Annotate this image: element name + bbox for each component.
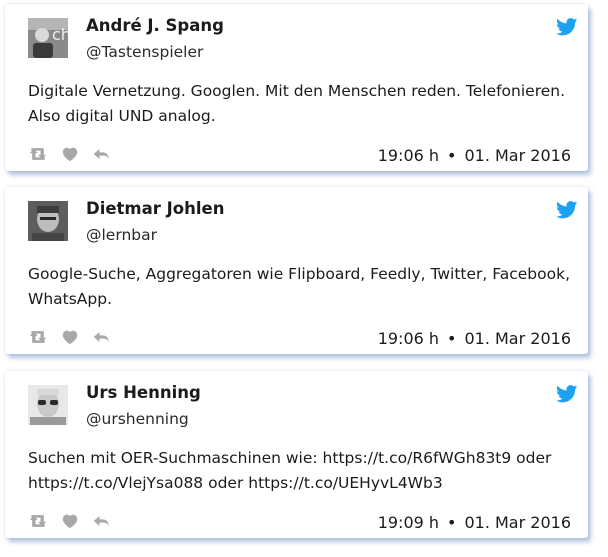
tweet-card[interactable]: Urs Henning @urshenning Suchen mit OER-S…	[5, 371, 588, 538]
retweet-icon[interactable]	[28, 146, 48, 162]
reply-icon[interactable]	[92, 329, 112, 345]
author-handle[interactable]: @urshenning	[86, 410, 189, 428]
tweet-card[interactable]: ch André J. Spang @Tastenspieler Digital…	[5, 4, 588, 171]
retweet-icon[interactable]	[28, 513, 48, 529]
tweet-timestamp[interactable]: 19:06 h • 01. Mar 2016	[378, 329, 571, 348]
like-icon[interactable]	[60, 329, 80, 345]
author-name[interactable]: Urs Henning	[86, 383, 201, 402]
tweet-time: 19:09 h	[377, 513, 440, 532]
tweet-date: 01. Mar 2016	[464, 146, 571, 165]
like-icon[interactable]	[60, 513, 80, 529]
tweet-timestamp[interactable]: 19:06 h • 01. Mar 2016	[378, 146, 571, 165]
reply-icon[interactable]	[92, 513, 112, 529]
tweet-actions	[28, 513, 124, 529]
separator-dot: •	[447, 146, 457, 165]
avatar[interactable]	[28, 385, 68, 425]
tweet-date: 01. Mar 2016	[464, 513, 571, 532]
author-name[interactable]: André J. Spang	[86, 16, 224, 35]
tweet-time: 19:06 h	[377, 329, 440, 348]
tweet-text: Google-Suche, Aggregatoren wie Flipboard…	[28, 265, 571, 308]
twitter-bird-icon[interactable]	[556, 385, 578, 403]
author-handle[interactable]: @lernbar	[86, 226, 157, 244]
author-handle[interactable]: @Tastenspieler	[86, 43, 203, 61]
svg-text:ch: ch	[52, 25, 68, 44]
author-name[interactable]: Dietmar Johlen	[86, 199, 224, 218]
twitter-bird-icon[interactable]	[556, 18, 578, 36]
tweet-actions	[28, 329, 124, 345]
reply-icon[interactable]	[92, 146, 112, 162]
retweet-icon[interactable]	[28, 329, 48, 345]
tweet-card[interactable]: Dietmar Johlen @lernbar Google-Suche, Ag…	[5, 187, 588, 354]
avatar[interactable]: ch	[28, 18, 68, 58]
separator-dot: •	[447, 513, 457, 532]
twitter-bird-icon[interactable]	[556, 201, 578, 219]
tweet-text: Digitale Vernetzung. Googlen. Mit den Me…	[28, 82, 566, 125]
tweet-feed: ch André J. Spang @Tastenspieler Digital…	[0, 0, 608, 557]
tweet-time: 19:06 h	[377, 146, 440, 165]
tweet-text: Suchen mit OER-Suchmaschinen wie: https:…	[28, 449, 552, 492]
separator-dot: •	[447, 329, 457, 348]
tweet-timestamp[interactable]: 19:09 h • 01. Mar 2016	[378, 513, 571, 532]
avatar[interactable]	[28, 201, 68, 241]
like-icon[interactable]	[60, 146, 80, 162]
tweet-actions	[28, 146, 124, 162]
tweet-date: 01. Mar 2016	[464, 329, 571, 348]
